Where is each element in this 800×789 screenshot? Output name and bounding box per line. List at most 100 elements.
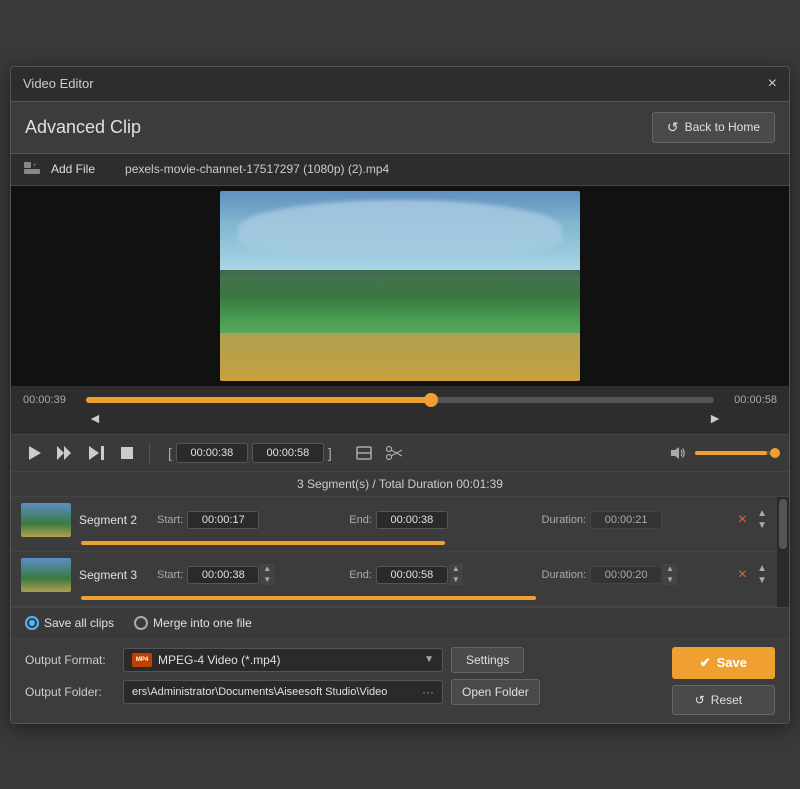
end-time-input[interactable] [252,443,324,463]
page-title: Advanced Clip [25,117,141,138]
save-button[interactable]: ✔ Save [672,647,775,679]
stop-button[interactable] [117,445,137,461]
file-name-label: pexels-movie-channet-17517297 (1080p) (2… [125,162,389,176]
format-dropdown-arrow: ▼ [424,654,434,665]
add-file-bar: + Add File pexels-movie-channet-17517297… [11,154,789,186]
segment-arrows-3: ▲ ▼ [757,564,767,586]
segment-end-input-2[interactable] [376,511,448,529]
scissors-icon[interactable] [382,443,408,463]
format-text: MPEG-4 Video (*.mp4) [158,653,418,667]
start-spin-down-3[interactable]: ▼ [260,575,274,585]
save-all-clips-option[interactable]: Save all clips [25,616,114,630]
segment-thumbnail-3 [21,558,71,592]
dur-spin-down-3[interactable]: ▼ [663,575,677,585]
save-all-clips-label: Save all clips [44,616,114,630]
folder-path: ers\Administrator\Documents\Aiseesoft St… [123,680,443,704]
segment-start-group-3: Start: ▲ ▼ [157,564,341,585]
volume-icon[interactable] [665,444,689,462]
trim-handle-left[interactable]: ◄ [88,410,102,426]
seg-arrow-down-2[interactable]: ▼ [757,521,767,531]
save-label: Save [717,655,747,670]
segment-scrollbar[interactable] [777,497,789,607]
timeline-end-label: 00:00:58 [722,394,777,406]
folder-label: Output Folder: [25,685,115,699]
seg-arrow-up-3[interactable]: ▲ [757,564,767,574]
segment-end-group-3: End: ▲ ▼ [349,564,533,585]
segment-arrows-2: ▲ ▼ [757,509,767,531]
folder-dots-button[interactable]: ··· [422,685,434,699]
start-spin-up-3[interactable]: ▲ [260,564,274,574]
clip-icon[interactable] [352,444,376,462]
video-preview [11,186,789,386]
end-spin-down-3[interactable]: ▼ [449,575,463,585]
end-label-2: End: [349,514,372,526]
duration-label-3: Duration: [542,569,587,581]
segment-label-2: Segment 2 [79,513,149,527]
settings-button[interactable]: Settings [451,647,524,673]
timeline-start-label: 00:00:39 [23,394,78,406]
segment-duration-input-2 [590,511,662,529]
segment-duration-input-3 [590,566,662,584]
duration-spinners-3: ▲ ▼ [663,564,677,585]
format-select[interactable]: MP4 MPEG-4 Video (*.mp4) ▼ [123,648,443,672]
segment-thumbnail-2 [21,503,71,537]
output-left: Output Format: MP4 MPEG-4 Video (*.mp4) … [25,647,662,711]
add-file-icon: + [23,160,41,179]
skip-end-button[interactable] [85,444,109,462]
segment-item-3: Segment 3 Start: ▲ ▼ End: [11,552,777,607]
volume-thumb[interactable] [770,448,780,458]
save-all-clips-radio[interactable] [25,616,39,630]
save-reset-column: ✔ Save ↺ Reset [672,647,775,715]
merge-radio[interactable] [134,616,148,630]
segment-label-3: Segment 3 [79,568,149,582]
segment-start-input-3[interactable] [187,566,259,584]
folder-path-text: ers\Administrator\Documents\Aiseesoft St… [132,686,418,698]
reset-button[interactable]: ↺ Reset [672,685,775,715]
dur-spin-up-3[interactable]: ▲ [663,564,677,574]
segment-progress-2 [81,541,687,545]
seg-arrow-down-3[interactable]: ▼ [757,576,767,586]
segment-progress-3 [81,596,687,600]
add-file-button[interactable]: Add File [51,162,95,176]
start-time-input[interactable] [176,443,248,463]
segment-close-button-3[interactable]: × [738,566,747,584]
format-label: Output Format: [25,653,115,667]
segment-start-input-2[interactable] [187,511,259,529]
format-mp4-icon: MP4 [132,653,152,667]
segment-close-button-2[interactable]: × [738,511,747,529]
volume-slider[interactable] [695,451,775,455]
segment-row-2: Segment 2 Start: End: Duration: × [21,503,767,537]
segments-header: 3 Segment(s) / Total Duration 00:01:39 [11,471,789,497]
close-button[interactable]: × [768,75,777,93]
format-row: Output Format: MP4 MPEG-4 Video (*.mp4) … [25,647,662,673]
segment-content: Segment 2 Start: End: Duration: × [11,497,777,607]
end-spin-up-3[interactable]: ▲ [449,564,463,574]
segment-start-group-2: Start: [157,511,341,529]
timeline-thumb[interactable] [424,393,438,407]
window-title: Video Editor [23,76,94,91]
open-folder-button[interactable]: Open Folder [451,679,540,705]
bracket-left: [ [168,445,172,461]
trim-handle-right[interactable]: ► [708,410,722,426]
segment-item-2: Segment 2 Start: End: Duration: × [11,497,777,552]
radio-inner-active [29,620,35,626]
time-inputs: [ ] [168,443,332,463]
output-section: Output Format: MP4 MPEG-4 Video (*.mp4) … [11,638,789,723]
segment-row-3: Segment 3 Start: ▲ ▼ End: [21,558,767,592]
back-to-home-label: Back to Home [685,120,760,134]
back-to-home-button[interactable]: ↺ Back to Home [652,112,775,143]
play-button[interactable] [25,444,45,462]
timeline-track[interactable] [86,397,714,403]
segment-scroll-thumb[interactable] [779,499,787,549]
start-spinners-3: ▲ ▼ [260,564,274,585]
merge-label: Merge into one file [153,616,252,630]
header-bar: Advanced Clip ↺ Back to Home [11,102,789,154]
segment-duration-group-2: Duration: [542,511,726,529]
bracket-right: ] [328,445,332,461]
fast-forward-button[interactable] [53,444,77,462]
end-spinners-3: ▲ ▼ [449,564,463,585]
segment-end-input-3[interactable] [376,566,448,584]
seg-arrow-up-2[interactable]: ▲ [757,509,767,519]
merge-option[interactable]: Merge into one file [134,616,252,630]
refresh-icon: ↺ [667,119,679,136]
